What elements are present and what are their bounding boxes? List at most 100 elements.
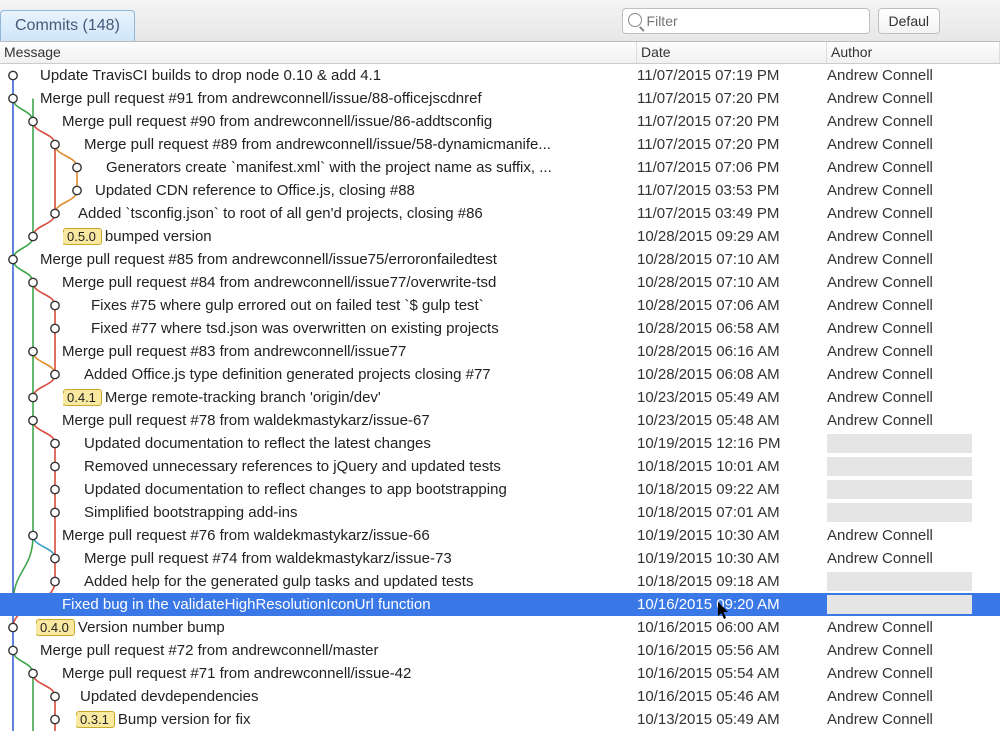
commit-row[interactable]: Merge pull request #89 from andrewconnel…: [0, 133, 1000, 156]
commit-message: Fixes #75 where gulp errored out on fail…: [91, 297, 635, 314]
commit-date: 10/16/2015 05:56 AM: [637, 642, 827, 659]
commit-date: 11/07/2015 07:20 PM: [637, 90, 827, 107]
commit-author: Andrew Connell: [827, 320, 933, 337]
commit-author: Andrew Connell: [827, 182, 933, 199]
commit-date: 10/23/2015 05:49 AM: [637, 389, 827, 406]
commit-message: Merge pull request #74 from waldekmastyk…: [84, 550, 635, 567]
commit-row[interactable]: Fixed bug in the validateHighResolutionI…: [0, 593, 1000, 616]
commit-row[interactable]: Fixes #75 where gulp errored out on fail…: [0, 294, 1000, 317]
commit-date: 10/23/2015 05:48 AM: [637, 412, 827, 429]
commit-message: Merge pull request #85 from andrewconnel…: [40, 251, 635, 268]
commit-row[interactable]: Merge pull request #74 from waldekmastyk…: [0, 547, 1000, 570]
column-headers: Message Date Author: [0, 42, 1000, 64]
commit-message: Merge pull request #84 from andrewconnel…: [62, 274, 635, 291]
commit-row[interactable]: Merge pull request #84 from andrewconnel…: [0, 271, 1000, 294]
column-author[interactable]: Author: [827, 42, 1000, 63]
commit-date: 10/19/2015 10:30 AM: [637, 527, 827, 544]
commit-row[interactable]: Merge pull request #76 from waldekmastyk…: [0, 524, 1000, 547]
commit-date: 10/18/2015 09:18 AM: [637, 573, 827, 590]
commit-message: Removed unnecessary references to jQuery…: [84, 458, 635, 475]
commit-row[interactable]: Fixed #77 where tsd.json was overwritten…: [0, 317, 1000, 340]
commit-date: 10/16/2015 06:00 AM: [637, 619, 827, 636]
commit-date: 10/28/2015 06:16 AM: [637, 343, 827, 360]
commit-author: Andrew Connell: [827, 550, 933, 567]
commit-row[interactable]: Generators create `manifest.xml` with th…: [0, 156, 1000, 179]
commit-author: [827, 572, 972, 591]
commit-message: Merge pull request #91 from andrewconnel…: [40, 90, 635, 107]
commit-row[interactable]: 0.4.1Merge remote-tracking branch 'origi…: [0, 386, 1000, 409]
commit-author: [827, 595, 972, 614]
commit-message: Update TravisCI builds to drop node 0.10…: [40, 67, 635, 84]
commit-row[interactable]: Simplified bootstrapping add-ins10/18/20…: [0, 501, 1000, 524]
commit-message: Merge pull request #78 from waldekmastyk…: [62, 412, 635, 429]
commit-author: Andrew Connell: [827, 251, 933, 268]
commit-message: Merge pull request #89 from andrewconnel…: [84, 136, 635, 153]
commit-date: 11/07/2015 03:49 PM: [637, 205, 827, 222]
commit-message: Added Office.js type definition generate…: [84, 366, 635, 383]
commit-message: Merge pull request #76 from waldekmastyk…: [62, 527, 635, 544]
commit-author: Andrew Connell: [827, 665, 933, 682]
commit-message: Generators create `manifest.xml` with th…: [106, 159, 635, 176]
version-tag: 0.4.0: [36, 619, 75, 636]
commit-date: 10/28/2015 09:29 AM: [637, 228, 827, 245]
commit-author: [827, 480, 972, 499]
commit-row[interactable]: Update TravisCI builds to drop node 0.10…: [0, 64, 1000, 87]
commit-date: 10/16/2015 09:20 AM: [637, 596, 827, 613]
commit-date: 10/28/2015 07:10 AM: [637, 274, 827, 291]
commit-row[interactable]: Merge pull request #72 from andrewconnel…: [0, 639, 1000, 662]
commit-row[interactable]: Merge pull request #85 from andrewconnel…: [0, 248, 1000, 271]
commit-message: Updated devdependencies: [80, 688, 635, 705]
commit-message: Merge pull request #71 from andrewconnel…: [62, 665, 635, 682]
commit-message: Updated documentation to reflect the lat…: [84, 435, 635, 452]
commit-message: Merge pull request #72 from andrewconnel…: [40, 642, 635, 659]
commit-date: 10/19/2015 10:30 AM: [637, 550, 827, 567]
commit-author: [827, 503, 972, 522]
commit-date: 10/18/2015 09:22 AM: [637, 481, 827, 498]
commit-author: Andrew Connell: [827, 412, 933, 429]
commit-row[interactable]: Added help for the generated gulp tasks …: [0, 570, 1000, 593]
commit-message: 0.4.0Version number bump: [36, 619, 635, 636]
version-tag: 0.5.0: [63, 228, 102, 245]
commit-message: Merge pull request #83 from andrewconnel…: [62, 343, 635, 360]
commit-author: Andrew Connell: [827, 688, 933, 705]
commit-author: Andrew Connell: [827, 343, 933, 360]
commit-row[interactable]: Updated devdependencies10/16/2015 05:46 …: [0, 685, 1000, 708]
commit-message: Simplified bootstrapping add-ins: [84, 504, 635, 521]
commit-message: Updated documentation to reflect changes…: [84, 481, 635, 498]
commit-author: Andrew Connell: [827, 619, 933, 636]
commit-date: 11/07/2015 07:19 PM: [637, 67, 827, 84]
commit-row[interactable]: 0.5.0bumped version10/28/2015 09:29 AMAn…: [0, 225, 1000, 248]
commit-row[interactable]: Updated documentation to reflect changes…: [0, 478, 1000, 501]
commit-row[interactable]: Merge pull request #71 from andrewconnel…: [0, 662, 1000, 685]
commit-row[interactable]: 0.4.0Version number bump10/16/2015 06:00…: [0, 616, 1000, 639]
commits-tab[interactable]: Commits (148): [0, 10, 135, 41]
commit-row[interactable]: Added Office.js type definition generate…: [0, 363, 1000, 386]
commit-date: 11/07/2015 07:20 PM: [637, 136, 827, 153]
commit-message: 0.5.0bumped version: [63, 228, 635, 245]
default-button[interactable]: Defaul: [878, 8, 940, 34]
commit-author: Andrew Connell: [827, 90, 933, 107]
commit-author: Andrew Connell: [827, 136, 933, 153]
column-date[interactable]: Date: [637, 42, 827, 63]
commit-author: Andrew Connell: [827, 297, 933, 314]
commit-author: Andrew Connell: [827, 228, 933, 245]
commit-row[interactable]: Merge pull request #91 from andrewconnel…: [0, 87, 1000, 110]
commit-row[interactable]: Updated CDN reference to Office.js, clos…: [0, 179, 1000, 202]
commit-date: 10/18/2015 07:01 AM: [637, 504, 827, 521]
commit-author: Andrew Connell: [827, 527, 933, 544]
commit-author: Andrew Connell: [827, 113, 933, 130]
commit-date: 10/28/2015 06:58 AM: [637, 320, 827, 337]
column-message[interactable]: Message: [0, 42, 637, 63]
commit-message: Added help for the generated gulp tasks …: [84, 573, 635, 590]
filter-input[interactable]: [622, 8, 870, 34]
commit-row[interactable]: Merge pull request #78 from waldekmastyk…: [0, 409, 1000, 432]
commit-row[interactable]: Added `tsconfig.json` to root of all gen…: [0, 202, 1000, 225]
commit-row[interactable]: Removed unnecessary references to jQuery…: [0, 455, 1000, 478]
commit-message: Added `tsconfig.json` to root of all gen…: [78, 205, 635, 222]
commit-message: Merge pull request #90 from andrewconnel…: [62, 113, 635, 130]
commit-row[interactable]: Merge pull request #83 from andrewconnel…: [0, 340, 1000, 363]
commit-message: 0.4.1Merge remote-tracking branch 'origi…: [63, 389, 635, 406]
commit-row[interactable]: Updated documentation to reflect the lat…: [0, 432, 1000, 455]
commit-message: Fixed #77 where tsd.json was overwritten…: [91, 320, 635, 337]
commit-row[interactable]: Merge pull request #90 from andrewconnel…: [0, 110, 1000, 133]
